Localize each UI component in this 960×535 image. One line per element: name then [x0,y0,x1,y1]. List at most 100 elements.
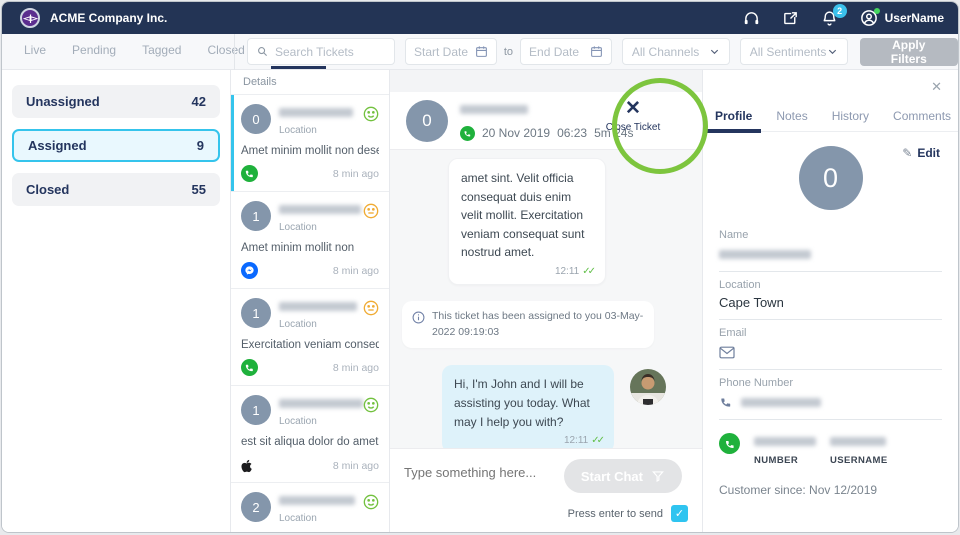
pencil-icon: ✎ [902,146,912,160]
search-tickets-box[interactable] [247,38,395,65]
search-input[interactable] [275,45,385,59]
brand: ◅|▻ ACME Company Inc. [20,8,167,28]
outgoing-message-text: Hi, I'm John and I will be assisting you… [454,375,602,431]
location-value: Cape Town [719,295,942,310]
ticket-row[interactable]: 1 Location est sit aliqua dolor do amet … [231,386,389,483]
tab-tagged[interactable]: Tagged [142,43,181,69]
name-label: Name [719,229,942,241]
agent-photo-avatar [630,369,666,405]
whatsapp-icon [241,165,258,182]
phone-label: Phone Number [719,377,942,389]
tab-live[interactable]: Live [24,43,46,69]
messenger-icon [241,262,258,279]
ticket-avatar: 1 [241,298,271,328]
ticket-row[interactable]: 1 Location Amet minim mollit non 8 min a… [231,192,389,289]
ticket-preview: est sit aliqua dolor do amet s... [241,436,379,448]
start-date-picker[interactable]: Start Date [405,38,497,65]
sentiment-neutral-icon [363,300,379,316]
double-check-icon: ✓✓ [591,435,602,446]
chat-header: 0 20 Nov 2019 06:23 5m 24s ✕ Close Ticke… [390,92,702,150]
redacted-name [279,399,363,408]
filter-funnel-icon [651,469,665,483]
tab-pending[interactable]: Pending [72,43,116,69]
edit-profile-button[interactable]: ✎ Edit [902,146,940,160]
message-composer: Start Chat Press enter to send ✓ [390,448,702,532]
press-enter-checkbox[interactable]: ✓ [671,505,688,522]
tab-history[interactable]: History [832,109,869,123]
ticket-location: Location [279,125,353,136]
ticket-location: Location [279,222,361,233]
name-field: Name [719,222,942,272]
chevron-down-icon [709,46,720,57]
sentiment-happy-icon [363,106,379,122]
stat-count: 55 [192,182,206,197]
ticket-location: Location [279,319,357,330]
sentiment-happy-icon [363,397,379,413]
redacted-name [279,205,361,214]
email-field: Email [719,320,942,370]
redacted-whatsapp-username [830,437,886,446]
top-navbar: ◅|▻ ACME Company Inc. 2 UserName [2,2,958,34]
sidebar-item-assigned[interactable]: Assigned 9 [12,129,220,162]
panel-close-icon[interactable]: ✕ [931,79,942,95]
profile-tabs: Profile Notes History Comments [703,100,958,132]
envelope-icon [719,346,735,359]
ticket-location: Location [279,513,355,524]
redacted-name [279,108,353,117]
ticket-preview: Exercitation veniam consequa... [241,339,379,351]
app-window: ◅|▻ ACME Company Inc. 2 UserName [1,1,959,533]
close-ticket-x-icon: ✕ [596,99,670,119]
close-ticket-button[interactable]: ✕ Close Ticket [596,99,670,133]
ticket-row[interactable]: 1 Location Exercitation veniam consequa.… [231,289,389,386]
ticket-row[interactable]: 0 Location Amet minim mollit non deseru.… [231,95,389,192]
ticket-avatar: 2 [241,492,271,522]
ticket-time: 8 min ago [333,460,379,472]
filter-bar: Live Pending Tagged Closed Tickets Start… [2,34,958,70]
message-input[interactable] [404,465,564,480]
message-thread: amet sint. Velit officia consequat duis … [390,150,702,453]
sentiments-dropdown[interactable]: All Sentiments [740,38,848,65]
ticket-row[interactable]: 2 Location aliqua dolor do amet sint. Ve… [231,483,389,532]
system-message-bubble: This ticket has been assigned to you 03-… [402,301,654,349]
tab-comments[interactable]: Comments [893,109,951,123]
stat-label: Closed [26,182,69,197]
end-date-picker[interactable]: End Date [520,38,612,65]
chevron-down-icon [827,46,838,57]
tab-closed[interactable]: Closed [207,43,244,69]
user-avatar-icon [860,9,878,27]
ticket-list: Details 0 Location Amet minim mollit non… [230,70,390,532]
headset-icon[interactable] [743,10,760,27]
tab-notes[interactable]: Notes [776,109,807,123]
chat-time: 06:23 [557,126,587,140]
press-enter-label: Press enter to send [568,508,663,520]
sidebar-item-closed[interactable]: Closed 55 [12,173,220,206]
sidebar-item-unassigned[interactable]: Unassigned 42 [12,85,220,118]
online-status-dot [874,8,880,14]
profile-panel: ✕ Profile Notes History Comments ✎ Edit … [702,70,958,532]
divider [234,34,235,70]
apple-icon [241,459,254,473]
whatsapp-number-label: NUMBER [754,455,816,466]
info-icon [412,311,425,324]
whatsapp-identity-row: NUMBER USERNAME [719,420,942,466]
share-chat-icon[interactable] [782,10,799,27]
calendar-icon [590,45,603,58]
chat-panel: 0 20 Nov 2019 06:23 5m 24s ✕ Close Ticke… [390,70,702,532]
channels-value: All Channels [632,45,699,59]
channels-dropdown[interactable]: All Channels [622,38,730,65]
redacted-whatsapp-number [754,437,816,446]
notifications-bell-icon[interactable]: 2 [821,10,838,27]
stat-count: 42 [192,94,206,109]
user-menu[interactable]: UserName [860,9,944,27]
stat-label: Assigned [28,138,87,153]
calendar-icon [475,45,488,58]
tab-profile[interactable]: Profile [715,109,752,123]
apply-filters-button[interactable]: Apply Filters [860,38,959,66]
start-chat-label: Start Chat [581,469,643,484]
ticket-avatar: 1 [241,395,271,425]
ticket-avatar: 0 [241,104,271,134]
start-chat-button[interactable]: Start Chat [564,459,682,493]
edit-label: Edit [917,146,940,160]
whatsapp-number-col: NUMBER [754,433,816,466]
close-ticket-label: Close Ticket [596,122,670,133]
